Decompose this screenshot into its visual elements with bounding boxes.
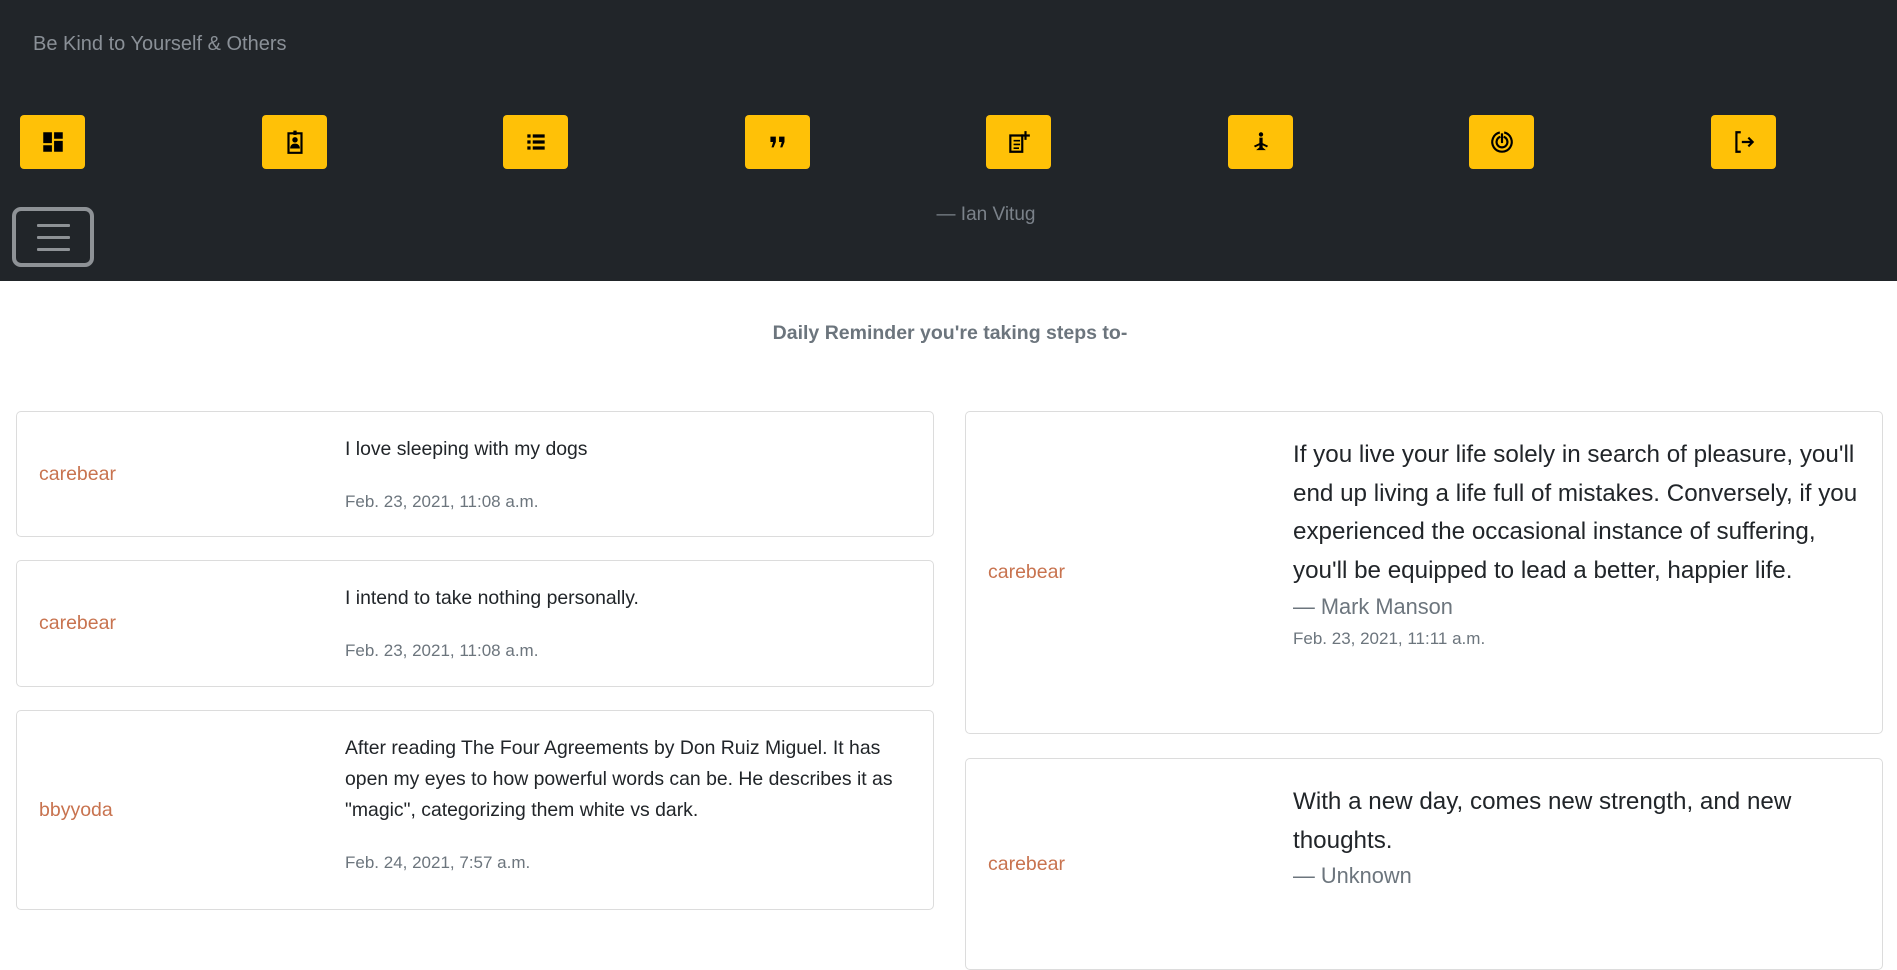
intention-card: carebear I intend to take nothing person… — [16, 560, 934, 687]
logout-icon — [1734, 131, 1754, 153]
hamburger-icon — [36, 223, 70, 227]
add-note-icon — [1008, 131, 1030, 153]
meditation-button[interactable] — [1228, 115, 1293, 169]
intention-card: bbyyoda After reading The Four Agreement… — [16, 710, 934, 910]
card-username[interactable]: bbyyoda — [17, 799, 345, 822]
card-text: I love sleeping with my dogs — [345, 438, 588, 460]
card-text: I intend to take nothing personally. — [345, 587, 639, 609]
card-username[interactable]: carebear — [966, 853, 1293, 876]
quote-card: carebear If you live your life solely in… — [965, 411, 1883, 734]
profile-badge-icon — [286, 130, 303, 154]
add-note-button[interactable] — [986, 115, 1051, 169]
dashboard-icon — [42, 132, 63, 152]
quote-card: carebear With a new day, comes new stren… — [965, 758, 1883, 970]
card-username[interactable]: carebear — [17, 463, 345, 486]
menu-toggle-button[interactable] — [12, 207, 94, 267]
card-date: Feb. 23, 2021, 11:08 a.m. — [345, 492, 539, 511]
goals-button[interactable] — [1469, 115, 1534, 169]
hamburger-line — [36, 235, 70, 239]
card-text: After reading The Four Agreements by Don… — [345, 737, 893, 821]
logout-button[interactable] — [1711, 115, 1776, 169]
quote-author: — Mark Manson — [1293, 593, 1453, 619]
target-icon — [1490, 131, 1513, 153]
card-date: Feb. 23, 2021, 11:11 a.m. — [1293, 628, 1486, 648]
quote-author: — Unknown — [1293, 863, 1412, 889]
card-date: Feb. 24, 2021, 7:57 a.m. — [345, 853, 531, 872]
profile-button[interactable] — [262, 115, 327, 169]
intention-card: carebear I love sleeping with my dogs Feb… — [16, 411, 934, 537]
dashboard-button[interactable] — [20, 115, 85, 169]
card-username[interactable]: carebear — [966, 561, 1293, 584]
card-username[interactable]: carebear — [17, 612, 345, 635]
meditation-icon — [1253, 132, 1268, 151]
quote-text: With a new day, comes new strength, and … — [1293, 788, 1792, 854]
navbar-author: — Ian Vitug — [936, 204, 1036, 225]
hamburger-line — [36, 247, 70, 251]
list-button[interactable] — [503, 115, 568, 169]
daily-reminder-heading: Daily Reminder you're taking steps to- — [772, 322, 1128, 344]
quotes-button[interactable] — [745, 115, 810, 169]
brand-title[interactable]: Be Kind to Yourself & Others — [33, 33, 287, 56]
navbar: Be Kind to Yourself & Others — Ian Vitug — [0, 0, 1897, 281]
quote-text: If you live your life solely in search o… — [1293, 441, 1858, 585]
card-date: Feb. 23, 2021, 11:08 a.m. — [345, 641, 539, 660]
list-icon — [526, 134, 545, 150]
quote-icon — [769, 136, 784, 148]
